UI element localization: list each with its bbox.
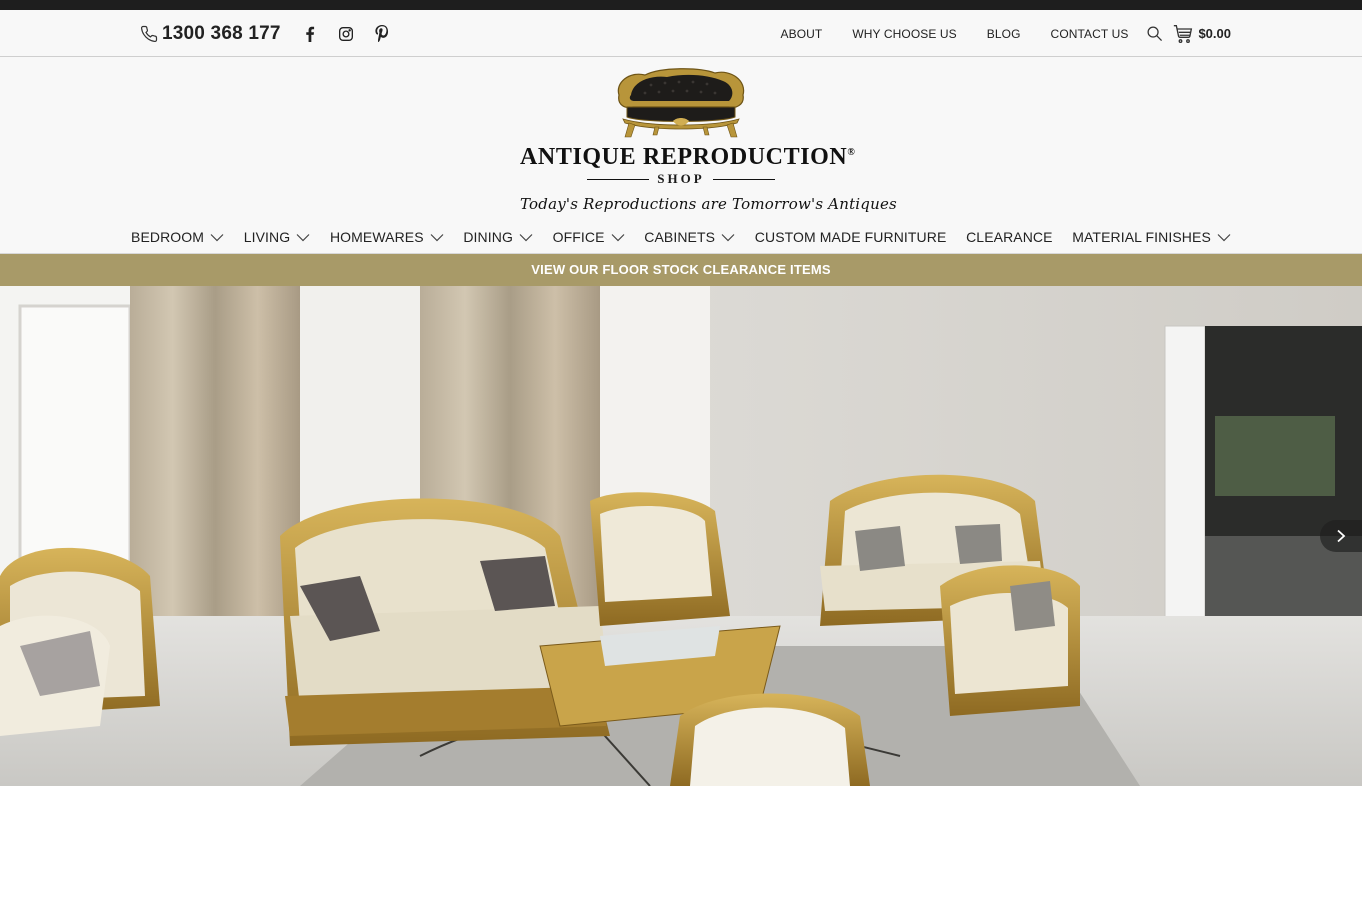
nav-bedroom[interactable]: BEDROOM: [131, 229, 224, 245]
utility-links: ABOUT WHY CHOOSE US BLOG CONTACT US $0.0…: [781, 10, 1231, 57]
logo-rule: [712, 178, 775, 180]
nav-dining[interactable]: DINING: [463, 229, 533, 245]
armchair-right: [940, 565, 1080, 716]
nav-material-finishes[interactable]: MATERIAL FINISHES: [1072, 229, 1231, 245]
logo-subtitle: SHOP: [657, 171, 705, 186]
nav-clearance[interactable]: CLEARANCE: [966, 229, 1052, 245]
cart-icon[interactable]: [1173, 24, 1193, 44]
search-icon[interactable]: [1146, 25, 1163, 42]
phone-number[interactable]: 1300 368 177: [162, 23, 281, 45]
why-choose-us-link[interactable]: WHY CHOOSE US: [852, 27, 956, 41]
nav-custom-made-furniture[interactable]: CUSTOM MADE FURNITURE: [755, 229, 947, 245]
content-area: [0, 786, 1362, 899]
site-logo[interactable]: ANTIQUE REPRODUCTION® SHOP Today's Repro…: [520, 65, 897, 217]
armchair-center: [590, 492, 730, 626]
pinterest-icon[interactable]: [373, 25, 391, 43]
contact-us-link[interactable]: CONTACT US: [1051, 27, 1129, 41]
slider-next-button[interactable]: [1320, 520, 1362, 552]
logo-rule: [587, 178, 650, 180]
hero-image: [0, 286, 1362, 786]
phone-icon[interactable]: [140, 25, 158, 43]
chair-front: [670, 693, 870, 786]
logo-title: ANTIQUE REPRODUCTION®: [520, 144, 856, 170]
nav-cabinets[interactable]: CABINETS: [644, 229, 735, 245]
chevron-down-icon: [721, 232, 735, 242]
about-link[interactable]: ABOUT: [781, 27, 823, 41]
blog-link[interactable]: BLOG: [987, 27, 1021, 41]
logo-sofa-image: [617, 68, 745, 138]
chevron-down-icon: [611, 232, 625, 242]
nav-living[interactable]: LIVING: [244, 229, 311, 245]
main-navigation: BEDROOM LIVING HOMEWARES DINING OFFICE C…: [131, 225, 1231, 249]
nav-office[interactable]: OFFICE: [553, 229, 625, 245]
cart-total[interactable]: $0.00: [1198, 26, 1231, 41]
logo-subtitle-row: SHOP: [520, 171, 842, 187]
site-header: ANTIQUE REPRODUCTION® SHOP Today's Repro…: [0, 57, 1362, 254]
promo-banner[interactable]: VIEW OUR FLOOR STOCK CLEARANCE ITEMS: [0, 254, 1362, 286]
chevron-down-icon: [296, 232, 310, 242]
facebook-icon[interactable]: [301, 25, 319, 43]
instagram-icon[interactable]: [337, 25, 355, 43]
chevron-right-icon: [1337, 529, 1346, 543]
logo-tagline: Today's Reproductions are Tomorrow's Ant…: [520, 195, 897, 213]
chevron-down-icon: [1217, 232, 1231, 242]
top-dark-strip: [0, 0, 1362, 10]
hero-slider: [0, 286, 1362, 786]
contact-social-group: 1300 368 177: [140, 10, 409, 57]
utility-bar: 1300 368 177 ABOUT WHY CHOOSE US BLOG CO…: [0, 10, 1362, 57]
chevron-down-icon: [430, 232, 444, 242]
chevron-down-icon: [210, 232, 224, 242]
chevron-down-icon: [519, 232, 533, 242]
nav-homewares[interactable]: HOMEWARES: [330, 229, 444, 245]
